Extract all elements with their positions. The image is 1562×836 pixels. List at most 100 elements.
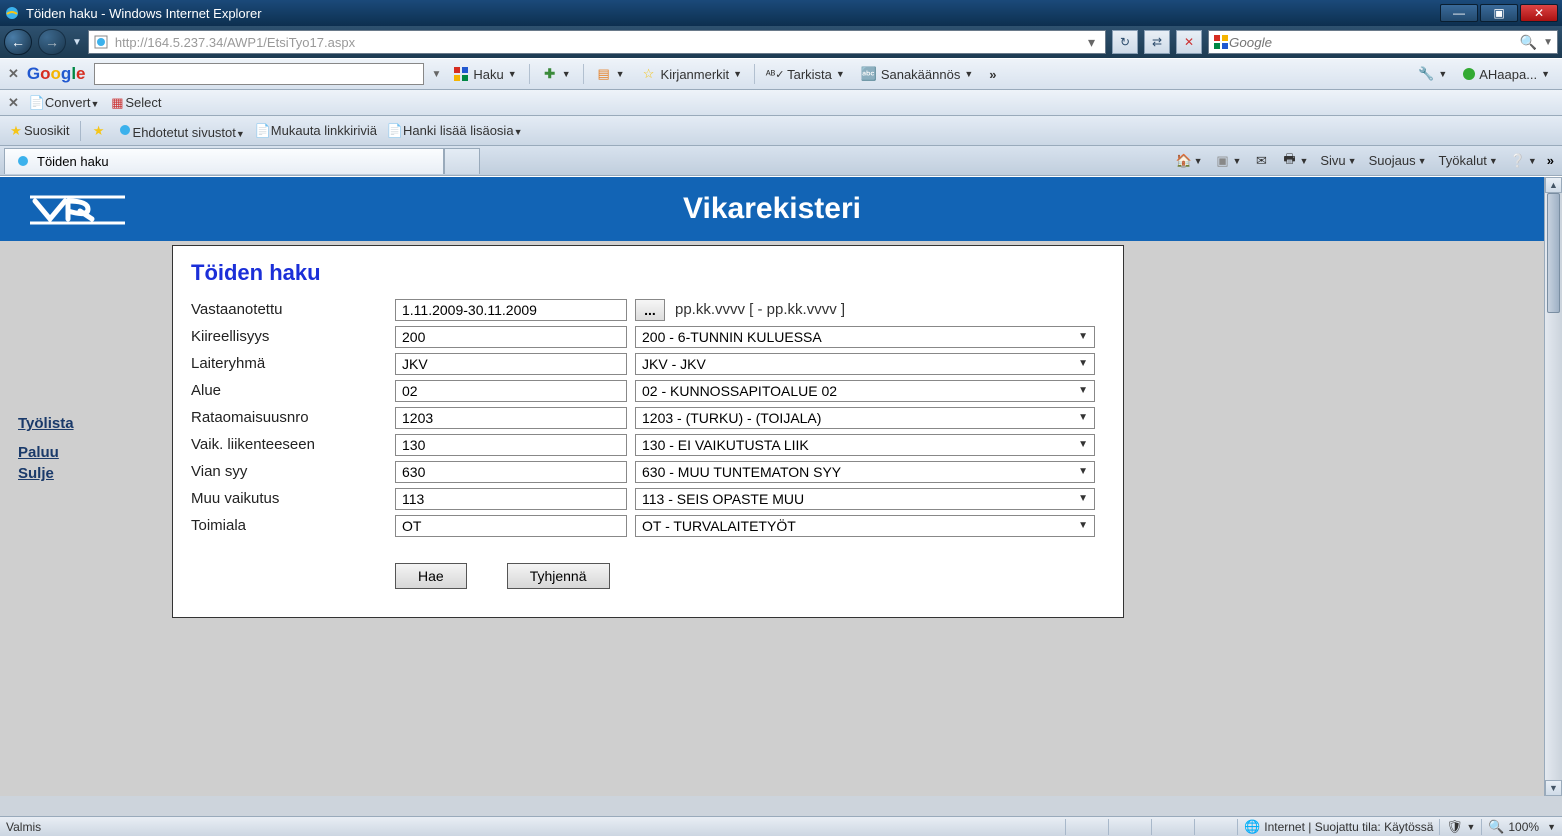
field-input[interactable] <box>395 299 627 321</box>
scroll-up-icon[interactable]: ▲ <box>1545 177 1562 193</box>
field-input[interactable] <box>395 515 627 537</box>
suggested-sites[interactable]: Ehdotetut sivustot▼ <box>117 122 245 140</box>
page-icon: 📄 <box>255 123 271 139</box>
convert-close-icon[interactable]: ✕ <box>8 95 19 111</box>
zoom-control[interactable]: 🔍100%▼ <box>1488 819 1556 835</box>
back-button[interactable]: ← <box>4 29 32 55</box>
field-select[interactable]: 113 - SEIS OPASTE MUU▼ <box>635 488 1095 510</box>
field-select[interactable]: 130 - EI VAIKUTUSTA LIIK▼ <box>635 434 1095 456</box>
gtoolbar-close-icon[interactable]: ✕ <box>8 66 19 82</box>
field-label: Laiteryhmä <box>191 355 395 372</box>
maximize-button[interactable]: ▣ <box>1480 4 1518 22</box>
form-row: Vastaanotettu...pp.kk.vvvv [ - pp.kk.vvv… <box>191 296 1105 323</box>
search-dropdown-icon[interactable]: ▼ <box>1543 37 1553 48</box>
close-button[interactable]: ✕ <box>1520 4 1558 22</box>
minimize-button[interactable]: — <box>1440 4 1478 22</box>
gtoolbar-search-dropdown-icon[interactable]: ▼ <box>432 69 442 80</box>
field-input[interactable] <box>395 434 627 456</box>
field-select[interactable]: OT - TURVALAITETYÖT▼ <box>635 515 1095 537</box>
tab-active[interactable]: Töiden haku <box>4 148 444 174</box>
search-form: Töiden haku Vastaanotettu...pp.kk.vvvv [… <box>172 245 1124 618</box>
status-text: Valmis <box>6 820 41 834</box>
gtoolbar-translate[interactable]: 🔤Sanakäännös▼ <box>857 66 977 82</box>
wrench-icon: 🔧 <box>1418 66 1434 82</box>
help-button[interactable]: ❔▼ <box>1504 153 1543 169</box>
gtoolbar-blog[interactable]: ▤▼ <box>592 66 629 82</box>
toolbar-more[interactable]: » <box>1543 153 1558 168</box>
gtoolbar-user[interactable]: AHaapa...▼ <box>1459 67 1554 82</box>
field-input[interactable] <box>395 407 627 429</box>
search-box[interactable]: 🔍 ▼ <box>1208 30 1558 54</box>
field-select[interactable]: 1203 - (TURKU) - (TOIJALA)▼ <box>635 407 1095 429</box>
address-dropdown-icon[interactable]: ▾ <box>1082 34 1101 51</box>
page-menu[interactable]: Sivu▼ <box>1314 153 1362 168</box>
forward-button[interactable]: → <box>38 29 66 55</box>
form-row: Vian syy630 - MUU TUNTEMATON SYY▼ <box>191 458 1105 485</box>
new-tab-button[interactable] <box>444 148 480 174</box>
hae-button[interactable]: Hae <box>395 563 467 589</box>
gtoolbar-share[interactable]: ✚▼ <box>538 66 575 82</box>
field-input[interactable] <box>395 380 627 402</box>
gtoolbar-haku[interactable]: Haku▼ <box>449 66 520 82</box>
security-menu[interactable]: Suojaus▼ <box>1363 153 1433 168</box>
field-label: Vastaanotettu <box>191 301 395 318</box>
sidebar-sulje[interactable]: Sulje <box>18 465 172 482</box>
security-zone[interactable]: 🌐 Internet | Suojattu tila: Käytössä <box>1244 819 1433 835</box>
gtoolbar-bookmarks[interactable]: ☆Kirjanmerkit▼ <box>637 66 747 82</box>
home-button[interactable]: 🏠▼ <box>1170 153 1209 169</box>
gtoolbar-check[interactable]: ᴬᴮ✓Tarkista▼ <box>763 66 849 82</box>
field-select[interactable]: JKV - JKV▼ <box>635 353 1095 375</box>
scrollbar[interactable]: ▲ ▼ <box>1544 177 1562 796</box>
field-input[interactable] <box>395 461 627 483</box>
chevron-down-icon: ▼ <box>1078 385 1088 396</box>
search-go-icon[interactable]: 🔍 <box>1514 34 1543 51</box>
protected-mode[interactable]: 🛡▼ <box>1446 819 1475 835</box>
select-button[interactable]: ▦Select <box>109 95 161 111</box>
scroll-down-icon[interactable]: ▼ <box>1545 780 1562 796</box>
print-button[interactable]: 🖶▼ <box>1275 153 1314 169</box>
sidebar-tyolista[interactable]: Työlista <box>18 415 172 432</box>
url-input[interactable] <box>115 35 1082 50</box>
add-favorite-button[interactable]: ★ <box>91 123 107 139</box>
field-input[interactable] <box>395 488 627 510</box>
select-value: 130 - EI VAIKUTUSTA LIIK <box>642 437 809 453</box>
chevron-down-icon: ▼ <box>1078 331 1088 342</box>
field-select[interactable]: 630 - MUU TUNTEMATON SYY▼ <box>635 461 1095 483</box>
convert-button[interactable]: 📄Convert▼ <box>29 95 99 111</box>
convert-toolbar: ✕ 📄Convert▼ ▦Select <box>0 90 1562 116</box>
gtoolbar-more[interactable]: » <box>985 67 1000 82</box>
address-bar[interactable]: ▾ <box>88 30 1106 54</box>
nav-dropdown-icon[interactable]: ▼ <box>72 37 82 48</box>
gtoolbar-wrench[interactable]: 🔧▼ <box>1414 66 1451 82</box>
chevron-down-icon: ▼ <box>1078 493 1088 504</box>
field-select[interactable]: 200 - 6-TUNNIN KULUESSA▼ <box>635 326 1095 348</box>
favorites-button[interactable]: ★Suosikit <box>8 123 70 139</box>
date-picker-button[interactable]: ... <box>635 299 665 321</box>
gtoolbar-search-input[interactable] <box>94 63 424 85</box>
tools-menu[interactable]: Työkalut▼ <box>1433 153 1504 168</box>
sidebar-paluu[interactable]: Paluu <box>18 444 172 461</box>
tyhjenna-button[interactable]: Tyhjennä <box>507 563 610 589</box>
customize-links[interactable]: 📄Mukauta linkkiriviä <box>255 123 377 139</box>
feeds-button[interactable]: ▣▼ <box>1209 153 1248 169</box>
field-label: Muu vaikutus <box>191 490 395 507</box>
ie-icon <box>117 122 133 138</box>
form-row: Laiteryhmä JKV - JKV▼ <box>191 350 1105 377</box>
stop-button[interactable]: ✕ <box>1176 30 1202 54</box>
form-row: ToimialaOT - TURVALAITETYÖT▼ <box>191 512 1105 539</box>
window-title: Töiden haku - Windows Internet Explorer <box>26 6 1440 21</box>
separator <box>80 121 81 141</box>
field-select[interactable]: 02 - KUNNOSSAPITOALUE 02▼ <box>635 380 1095 402</box>
field-input[interactable] <box>395 326 627 348</box>
rss-icon: ▣ <box>1215 153 1231 169</box>
refresh-button[interactable]: ↻ <box>1112 30 1138 54</box>
more-addons[interactable]: 📄Hanki lisää lisäosia▼ <box>387 123 522 139</box>
window-titlebar: Töiden haku - Windows Internet Explorer … <box>0 0 1562 26</box>
form-row: Muu vaikutus 113 - SEIS OPASTE MUU▼ <box>191 485 1105 512</box>
star-icon: ★ <box>8 123 24 139</box>
scroll-thumb[interactable] <box>1547 193 1560 313</box>
search-input[interactable] <box>1229 35 1514 50</box>
compat-button[interactable]: ⇄ <box>1144 30 1170 54</box>
field-input[interactable] <box>395 353 627 375</box>
mail-button[interactable]: ✉ <box>1247 153 1275 169</box>
